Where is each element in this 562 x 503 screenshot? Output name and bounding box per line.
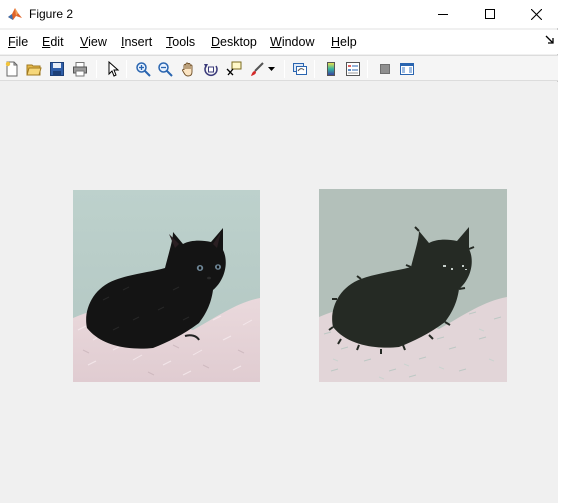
window-title: Figure 2 <box>29 7 74 21</box>
toolbar-separator <box>367 60 368 78</box>
new-figure-icon[interactable] <box>2 59 22 79</box>
maximize-icon <box>485 9 495 19</box>
menu-bar: File Edit View Insert Tools Desktop Wind… <box>0 30 558 54</box>
edit-plot-icon[interactable] <box>103 59 123 79</box>
menu-view[interactable]: View <box>80 35 107 49</box>
matlab-logo-icon <box>7 6 23 22</box>
minimize-button[interactable] <box>420 0 466 28</box>
title-bar[interactable]: Figure 2 <box>0 0 558 28</box>
toolbar-separator <box>126 60 127 78</box>
toolbar-separator <box>96 60 97 78</box>
menu-window[interactable]: Window <box>270 35 314 49</box>
pan-icon[interactable] <box>178 59 198 79</box>
close-button[interactable] <box>513 0 559 28</box>
dock-figure-icon[interactable] <box>544 33 556 45</box>
figure-toolbar <box>0 55 558 81</box>
close-icon <box>530 8 542 20</box>
menu-desktop[interactable]: Desktop <box>211 35 257 49</box>
window-edge <box>558 0 562 503</box>
brush-icon[interactable] <box>247 59 267 79</box>
menu-file[interactable]: File <box>8 35 28 49</box>
menu-help[interactable]: Help <box>331 35 357 49</box>
colorbar-icon[interactable] <box>321 59 341 79</box>
legend-icon[interactable] <box>343 59 363 79</box>
rotate-3d-icon[interactable] <box>201 59 221 79</box>
figure-window: Figure 2 File Edit View Insert Tools Des… <box>0 0 558 503</box>
link-plot-icon[interactable] <box>290 59 310 79</box>
minimize-icon <box>438 9 448 19</box>
menu-edit[interactable]: Edit <box>42 35 64 49</box>
zoom-out-icon[interactable] <box>155 59 175 79</box>
open-file-icon[interactable] <box>24 59 44 79</box>
data-cursor-icon[interactable] <box>224 59 244 79</box>
print-icon[interactable] <box>70 59 90 79</box>
figure-canvas[interactable] <box>0 82 558 503</box>
toolbar-separator <box>314 60 315 78</box>
hide-plot-tools-icon[interactable] <box>375 59 395 79</box>
original-kitten-image[interactable] <box>73 190 260 382</box>
save-icon[interactable] <box>47 59 67 79</box>
menu-insert[interactable]: Insert <box>121 35 152 49</box>
brush-dropdown-icon[interactable] <box>266 59 276 79</box>
show-plot-tools-icon[interactable] <box>397 59 417 79</box>
maximize-button[interactable] <box>467 0 513 28</box>
menu-tools[interactable]: Tools <box>166 35 195 49</box>
toolbar-separator <box>284 60 285 78</box>
zoom-in-icon[interactable] <box>133 59 153 79</box>
segmented-kitten-image[interactable] <box>319 189 507 382</box>
